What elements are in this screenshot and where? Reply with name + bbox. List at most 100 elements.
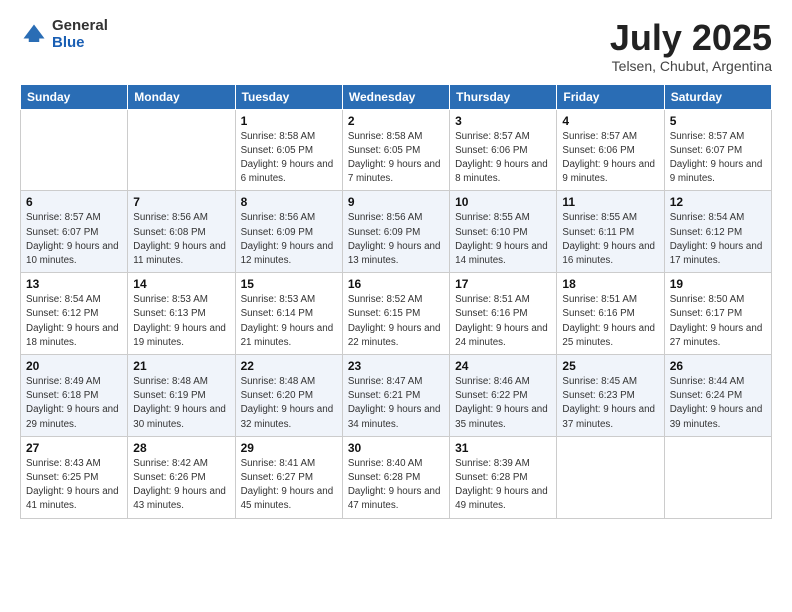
day-detail: Sunrise: 8:57 AMSunset: 6:06 PMDaylight:… [455,130,551,187]
day-number: 16 [348,277,444,291]
week-row-4: 20 Sunrise: 8:49 AMSunset: 6:18 PMDayligh… [21,355,772,437]
weekday-header-thursday: Thursday [450,84,557,109]
day-number: 29 [241,441,337,455]
weekday-header-monday: Monday [128,84,235,109]
day-number: 12 [670,195,766,209]
logo-general-text: General [52,18,108,35]
day-number: 23 [348,359,444,373]
day-detail: Sunrise: 8:41 AMSunset: 6:27 PMDaylight:… [241,457,337,514]
week-row-1: 1 Sunrise: 8:58 AMSunset: 6:05 PMDaylight… [21,109,772,191]
day-detail: Sunrise: 8:58 AMSunset: 6:05 PMDaylight:… [241,130,337,187]
calendar-cell: 5Sunrise: 8:57 AMSunset: 6:07 PMDaylight… [664,109,771,191]
day-number: 19 [670,277,766,291]
day-detail: Sunrise: 8:45 AMSunset: 6:23 PMDaylight:… [562,375,658,432]
calendar-cell: 4 Sunrise: 8:57 AMSunset: 6:06 PMDaylight… [557,109,664,191]
day-number: 21 [133,359,229,373]
calendar-cell: 11Sunrise: 8:55 AMSunset: 6:11 PMDayligh… [557,191,664,273]
calendar-cell [664,436,771,518]
day-number: 20 [26,359,122,373]
calendar-cell: 18 Sunrise: 8:51 AMSunset: 6:16 PMDayligh… [557,273,664,355]
calendar-cell: 6Sunrise: 8:57 AMSunset: 6:07 PMDaylight… [21,191,128,273]
day-number: 11 [562,195,658,209]
day-detail: Sunrise: 8:53 AMSunset: 6:14 PMDaylight:… [241,293,337,350]
calendar-cell: 31 Sunrise: 8:39 AMSunset: 6:28 PMDayligh… [450,436,557,518]
day-number: 8 [241,195,337,209]
day-detail: Sunrise: 8:57 AMSunset: 6:07 PMDaylight:… [670,130,766,187]
calendar-cell [557,436,664,518]
day-detail: Sunrise: 8:55 AMSunset: 6:10 PMDaylight:… [455,211,551,268]
calendar-cell: 23 Sunrise: 8:47 AMSunset: 6:21 PMDayligh… [342,355,449,437]
calendar-cell: 27Sunrise: 8:43 AMSunset: 6:25 PMDayligh… [21,436,128,518]
calendar-cell: 17Sunrise: 8:51 AMSunset: 6:16 PMDayligh… [450,273,557,355]
calendar-cell: 26 Sunrise: 8:44 AMSunset: 6:24 PMDayligh… [664,355,771,437]
header: General Blue July 2025 Telsen, Chubut, A… [20,18,772,74]
day-detail: Sunrise: 8:58 AMSunset: 6:05 PMDaylight:… [348,130,444,187]
calendar-cell: 3 Sunrise: 8:57 AMSunset: 6:06 PMDaylight… [450,109,557,191]
day-number: 9 [348,195,444,209]
calendar-cell: 24 Sunrise: 8:46 AMSunset: 6:22 PMDayligh… [450,355,557,437]
week-row-2: 6Sunrise: 8:57 AMSunset: 6:07 PMDaylight… [21,191,772,273]
day-detail: Sunrise: 8:54 AMSunset: 6:12 PMDaylight:… [670,211,766,268]
week-row-3: 13Sunrise: 8:54 AMSunset: 6:12 PMDayligh… [21,273,772,355]
weekday-header-wednesday: Wednesday [342,84,449,109]
day-detail: Sunrise: 8:48 AMSunset: 6:20 PMDaylight:… [241,375,337,432]
calendar-cell: 2Sunrise: 8:58 AMSunset: 6:05 PMDaylight… [342,109,449,191]
weekday-header-friday: Friday [557,84,664,109]
day-number: 18 [562,277,658,291]
day-detail: Sunrise: 8:44 AMSunset: 6:24 PMDaylight:… [670,375,766,432]
day-number: 25 [562,359,658,373]
day-detail: Sunrise: 8:49 AMSunset: 6:18 PMDaylight:… [26,375,122,432]
calendar-cell: 14 Sunrise: 8:53 AMSunset: 6:13 PMDayligh… [128,273,235,355]
day-number: 30 [348,441,444,455]
calendar-location: Telsen, Chubut, Argentina [610,58,772,74]
day-number: 4 [562,114,658,128]
calendar-cell: 9 Sunrise: 8:56 AMSunset: 6:09 PMDaylight… [342,191,449,273]
day-detail: Sunrise: 8:56 AMSunset: 6:09 PMDaylight:… [241,211,337,268]
week-row-5: 27Sunrise: 8:43 AMSunset: 6:25 PMDayligh… [21,436,772,518]
day-detail: Sunrise: 8:48 AMSunset: 6:19 PMDaylight:… [133,375,229,432]
day-detail: Sunrise: 8:50 AMSunset: 6:17 PMDaylight:… [670,293,766,350]
calendar-cell: 25 Sunrise: 8:45 AMSunset: 6:23 PMDayligh… [557,355,664,437]
weekday-header-saturday: Saturday [664,84,771,109]
day-number: 3 [455,114,551,128]
day-detail: Sunrise: 8:53 AMSunset: 6:13 PMDaylight:… [133,293,229,350]
day-detail: Sunrise: 8:57 AMSunset: 6:06 PMDaylight:… [562,130,658,187]
calendar-table: SundayMondayTuesdayWednesdayThursdayFrid… [20,84,772,519]
day-detail: Sunrise: 8:51 AMSunset: 6:16 PMDaylight:… [562,293,658,350]
calendar-title: July 2025 [610,18,772,58]
title-block: July 2025 Telsen, Chubut, Argentina [610,18,772,74]
calendar-cell: 7Sunrise: 8:56 AMSunset: 6:08 PMDaylight… [128,191,235,273]
day-detail: Sunrise: 8:56 AMSunset: 6:08 PMDaylight:… [133,211,229,268]
day-number: 24 [455,359,551,373]
day-number: 26 [670,359,766,373]
day-number: 15 [241,277,337,291]
day-detail: Sunrise: 8:42 AMSunset: 6:26 PMDaylight:… [133,457,229,514]
day-detail: Sunrise: 8:46 AMSunset: 6:22 PMDaylight:… [455,375,551,432]
calendar-cell: 28 Sunrise: 8:42 AMSunset: 6:26 PMDayligh… [128,436,235,518]
day-detail: Sunrise: 8:56 AMSunset: 6:09 PMDaylight:… [348,211,444,268]
day-number: 28 [133,441,229,455]
day-number: 14 [133,277,229,291]
day-detail: Sunrise: 8:54 AMSunset: 6:12 PMDaylight:… [26,293,122,350]
day-number: 31 [455,441,551,455]
day-number: 10 [455,195,551,209]
weekday-header-row: SundayMondayTuesdayWednesdayThursdayFrid… [21,84,772,109]
calendar-cell: 1 Sunrise: 8:58 AMSunset: 6:05 PMDaylight… [235,109,342,191]
calendar-cell [128,109,235,191]
calendar-cell: 8 Sunrise: 8:56 AMSunset: 6:09 PMDaylight… [235,191,342,273]
day-detail: Sunrise: 8:39 AMSunset: 6:28 PMDaylight:… [455,457,551,514]
day-detail: Sunrise: 8:52 AMSunset: 6:15 PMDaylight:… [348,293,444,350]
calendar-cell: 13Sunrise: 8:54 AMSunset: 6:12 PMDayligh… [21,273,128,355]
weekday-header-sunday: Sunday [21,84,128,109]
logo-blue-text: Blue [52,35,108,52]
calendar-cell: 30Sunrise: 8:40 AMSunset: 6:28 PMDayligh… [342,436,449,518]
day-detail: Sunrise: 8:57 AMSunset: 6:07 PMDaylight:… [26,211,122,268]
calendar-cell: 10 Sunrise: 8:55 AMSunset: 6:10 PMDayligh… [450,191,557,273]
day-number: 22 [241,359,337,373]
day-number: 1 [241,114,337,128]
day-detail: Sunrise: 8:47 AMSunset: 6:21 PMDaylight:… [348,375,444,432]
logo: General Blue [20,18,108,51]
calendar-cell: 12 Sunrise: 8:54 AMSunset: 6:12 PMDayligh… [664,191,771,273]
day-number: 27 [26,441,122,455]
calendar-cell: 19 Sunrise: 8:50 AMSunset: 6:17 PMDayligh… [664,273,771,355]
